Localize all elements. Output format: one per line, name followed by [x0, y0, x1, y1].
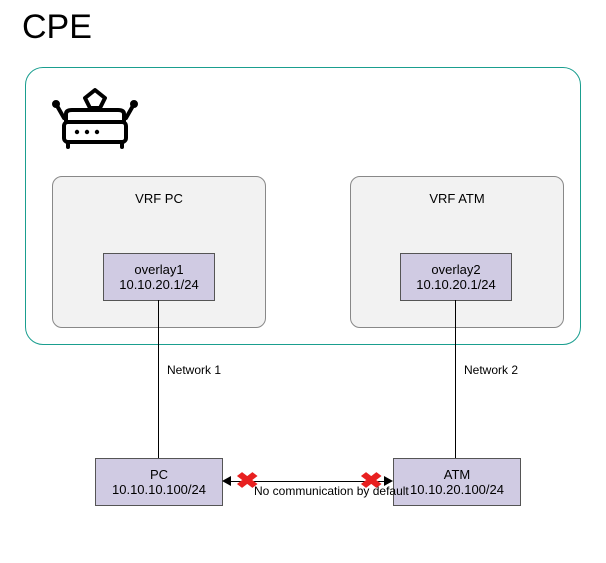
- overlay1-node: overlay1 10.10.20.1/24: [103, 253, 215, 301]
- vrf-atm-label: VRF ATM: [351, 191, 563, 206]
- no-comm-label: No communication by default: [254, 484, 409, 498]
- pc-node: PC 10.10.10.100/24: [95, 458, 223, 506]
- overlay2-node: overlay2 10.10.20.1/24: [400, 253, 512, 301]
- atm-node: ATM 10.10.20.100/24: [393, 458, 521, 506]
- link-net1: [158, 300, 159, 458]
- link-net2: [455, 300, 456, 458]
- overlay2-name: overlay2: [431, 262, 480, 277]
- diagram-stage: CPE VRF PC VRF ATM overlay1 10.10.20.1/2…: [0, 0, 606, 563]
- atm-name: ATM: [444, 467, 470, 482]
- overlay2-ip: 10.10.20.1/24: [416, 277, 496, 292]
- diagram-title: CPE: [22, 8, 92, 47]
- pc-ip: 10.10.10.100/24: [112, 482, 206, 497]
- arrow-left-icon: [222, 476, 231, 486]
- router-icon: [52, 84, 138, 152]
- vrf-pc-box: VRF PC: [52, 176, 266, 328]
- atm-ip: 10.10.20.100/24: [410, 482, 504, 497]
- overlay1-name: overlay1: [134, 262, 183, 277]
- pc-name: PC: [150, 467, 168, 482]
- network1-label: Network 1: [167, 363, 221, 377]
- vrf-pc-label: VRF PC: [53, 191, 265, 206]
- vrf-atm-box: VRF ATM: [350, 176, 564, 328]
- overlay1-ip: 10.10.20.1/24: [119, 277, 199, 292]
- network2-label: Network 2: [464, 363, 518, 377]
